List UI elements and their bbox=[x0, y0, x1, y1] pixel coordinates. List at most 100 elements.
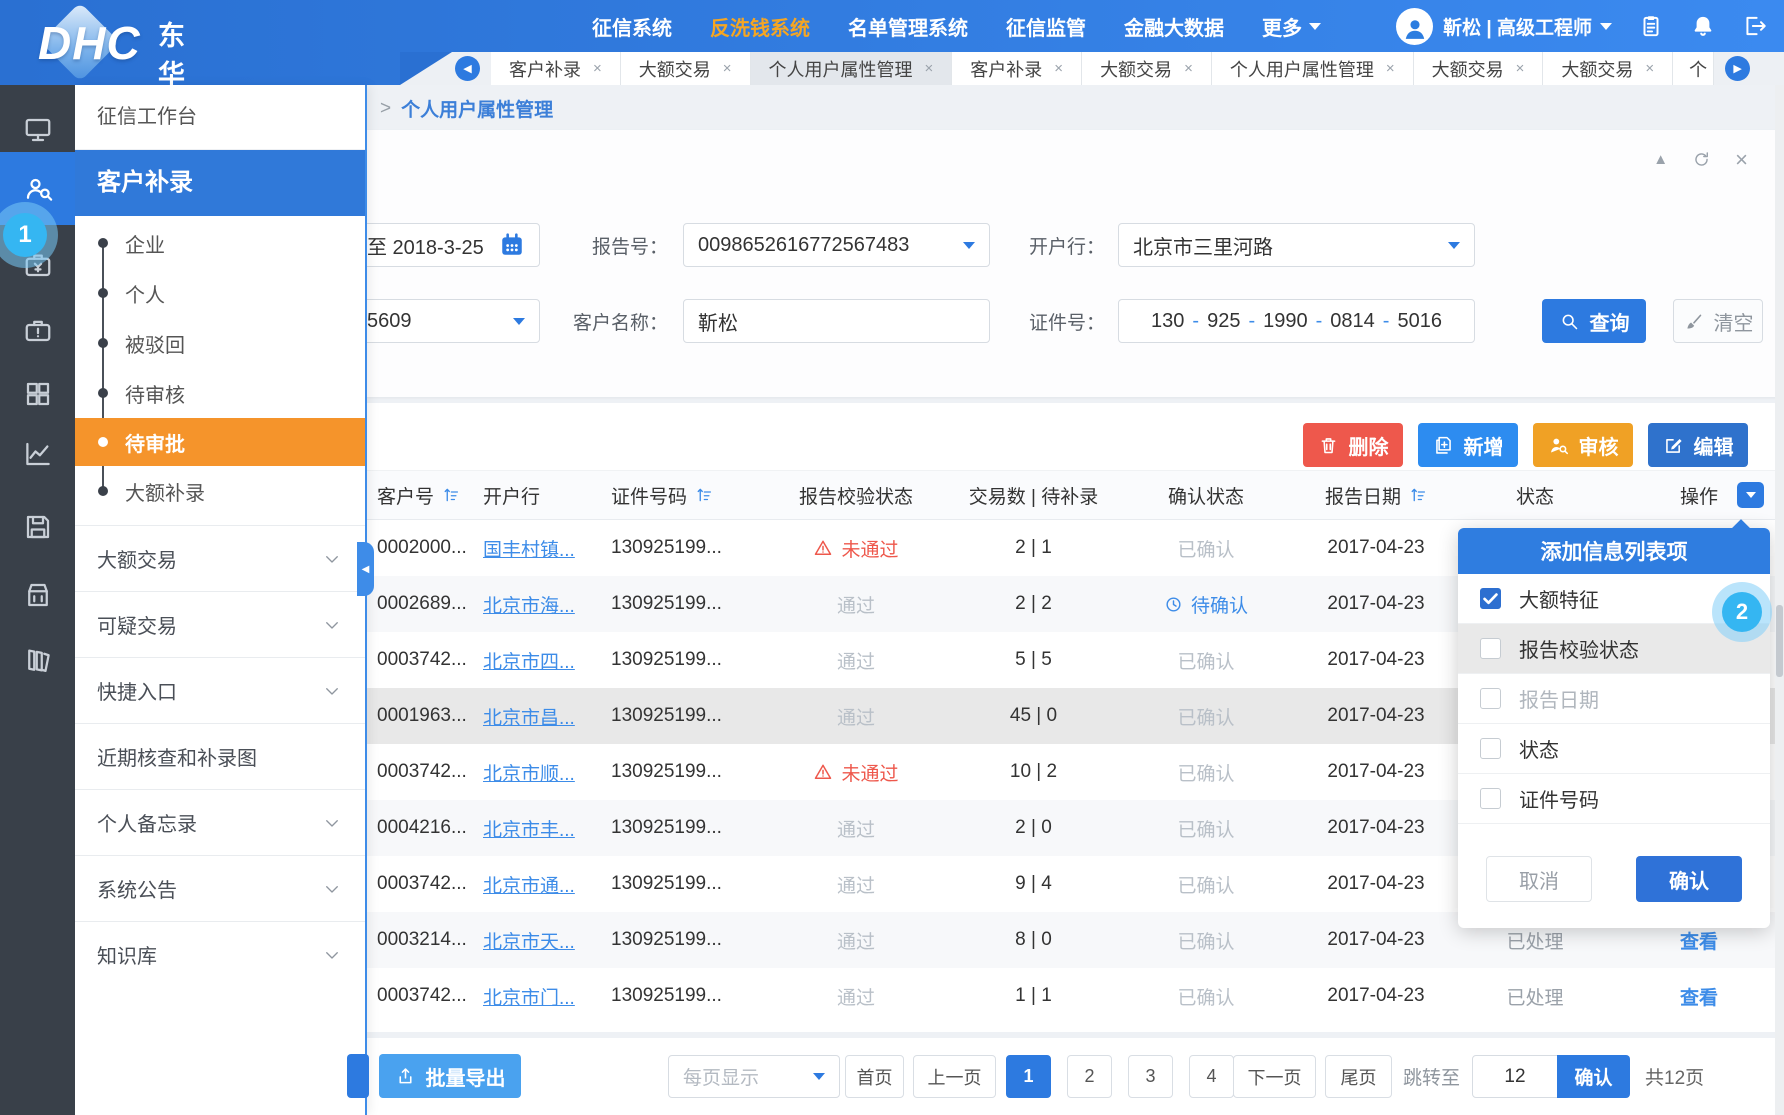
rail-item-grid-icon[interactable] bbox=[0, 366, 75, 422]
rail-item-shop-icon[interactable] bbox=[0, 567, 75, 623]
breadcrumb-current[interactable]: 个人用户属性管理 bbox=[401, 95, 553, 122]
checkbox-unchecked[interactable] bbox=[1480, 638, 1501, 659]
tab-个人用户属性管理[interactable]: 个人用户属性管理× bbox=[751, 52, 953, 85]
nav-item-名单管理系统[interactable]: 名单管理系统 bbox=[848, 12, 968, 41]
sidebar-sub-待审批[interactable]: 待审批 bbox=[75, 418, 365, 466]
sidebar-group-active[interactable]: 客户补录 bbox=[75, 150, 365, 216]
nav-item-更多[interactable]: 更多 bbox=[1262, 12, 1321, 41]
jump-confirm-button[interactable]: 确认 bbox=[1557, 1055, 1630, 1098]
bell-icon[interactable] bbox=[1690, 13, 1716, 39]
bank-link[interactable]: 北京市四... bbox=[483, 647, 575, 674]
tab-个人用户属性管理[interactable]: 个人用户属性管理× bbox=[1212, 52, 1414, 85]
rail-item-books-icon[interactable] bbox=[0, 632, 75, 688]
page-button-4[interactable]: 4 bbox=[1189, 1055, 1234, 1098]
sidebar-sub-大额补录[interactable]: 大额补录 bbox=[75, 466, 365, 516]
delete-button[interactable]: 删除 bbox=[1303, 423, 1403, 467]
close-icon[interactable]: × bbox=[1054, 60, 1063, 77]
calendar-icon[interactable] bbox=[499, 232, 525, 258]
view-link[interactable]: 查看 bbox=[1680, 927, 1718, 954]
checkbox-unchecked[interactable] bbox=[1480, 688, 1501, 709]
date-to-input[interactable]: 至 2018-3-25 bbox=[352, 223, 540, 267]
rail-item-save-icon[interactable] bbox=[0, 499, 75, 555]
sidebar-item-workbench[interactable]: 征信工作台 bbox=[75, 85, 365, 150]
checkbox-unchecked[interactable] bbox=[1480, 738, 1501, 759]
column-header-证件号码[interactable]: 证件号码 bbox=[611, 482, 761, 509]
left-partial-select[interactable]: 5609 bbox=[352, 299, 540, 343]
column-header-报告日期[interactable]: 报告日期 bbox=[1296, 482, 1456, 509]
page-button-3[interactable]: 3 bbox=[1128, 1055, 1173, 1098]
view-link[interactable]: 查看 bbox=[1680, 983, 1718, 1010]
jump-page-input[interactable]: 12 bbox=[1472, 1055, 1558, 1098]
checkbox-unchecked[interactable] bbox=[1480, 788, 1501, 809]
page-button-1[interactable]: 1 bbox=[1006, 1055, 1051, 1098]
clipboard-icon[interactable] bbox=[1638, 13, 1664, 39]
picker-item-证件号码[interactable]: 证件号码 bbox=[1458, 774, 1770, 824]
table-row[interactable]: 0003742...北京市门...130925199...通过1 | 1已确认2… bbox=[365, 968, 1784, 1024]
sidebar-sub-个人[interactable]: 个人 bbox=[75, 268, 365, 318]
nav-item-征信系统[interactable]: 征信系统 bbox=[592, 12, 672, 41]
sidebar-collapse-handle[interactable]: ◀ bbox=[357, 542, 374, 596]
bank-link[interactable]: 北京市门... bbox=[483, 983, 575, 1010]
bank-link[interactable]: 北京市丰... bbox=[483, 815, 575, 842]
clear-button[interactable]: 清空 bbox=[1673, 299, 1763, 343]
close-icon[interactable]: × bbox=[925, 60, 934, 77]
tabs-scroll-right-button[interactable]: ▶ bbox=[1725, 56, 1750, 81]
sidebar-group-知识库[interactable]: 知识库 bbox=[75, 921, 365, 987]
picker-cancel-button[interactable]: 取消 bbox=[1486, 856, 1592, 902]
close-icon[interactable]: × bbox=[1516, 60, 1525, 77]
column-header-客户号[interactable]: 客户号 bbox=[365, 482, 483, 509]
sidebar-sub-待审核[interactable]: 待审核 bbox=[75, 368, 365, 418]
close-icon[interactable]: × bbox=[723, 60, 732, 77]
close-icon[interactable]: × bbox=[1386, 60, 1395, 77]
tab-大额交易[interactable]: 大额交易× bbox=[1414, 52, 1544, 85]
sidebar-group-个人备忘录[interactable]: 个人备忘录 bbox=[75, 789, 365, 855]
last-page-button[interactable]: 尾页 bbox=[1325, 1055, 1392, 1098]
prev-page-button[interactable]: 上一页 bbox=[913, 1055, 996, 1098]
checkbox-checked[interactable] bbox=[1480, 588, 1501, 609]
first-page-button[interactable]: 首页 bbox=[845, 1055, 904, 1098]
hidden-left-button[interactable] bbox=[347, 1054, 369, 1098]
rail-item-case-warning-icon[interactable] bbox=[0, 302, 75, 358]
tab-大额交易[interactable]: 大额交易× bbox=[1543, 52, 1673, 85]
sidebar-group-近期核查和补录图[interactable]: 近期核查和补录图 bbox=[75, 723, 365, 789]
sidebar-group-可疑交易[interactable]: 可疑交易 bbox=[75, 591, 365, 657]
sidebar-sub-企业[interactable]: 企业 bbox=[75, 218, 365, 268]
page-button-2[interactable]: 2 bbox=[1067, 1055, 1112, 1098]
close-icon[interactable]: × bbox=[593, 60, 602, 77]
picker-item-状态[interactable]: 状态 bbox=[1458, 724, 1770, 774]
tab-客户补录[interactable]: 客户补录× bbox=[491, 52, 621, 85]
close-icon[interactable]: × bbox=[1645, 60, 1654, 77]
nav-item-金融大数据[interactable]: 金融大数据 bbox=[1124, 12, 1224, 41]
scrollbar-thumb[interactable] bbox=[1776, 605, 1783, 677]
sidebar-group-大额交易[interactable]: 大额交易 bbox=[75, 525, 365, 591]
picker-confirm-button[interactable]: 确认 bbox=[1636, 856, 1742, 902]
sidebar-group-快捷入口[interactable]: 快捷入口 bbox=[75, 657, 365, 723]
bank-link[interactable]: 北京市天... bbox=[483, 927, 575, 954]
bank-link[interactable]: 北京市海... bbox=[483, 591, 575, 618]
logout-icon[interactable] bbox=[1742, 13, 1768, 39]
picker-item-报告日期[interactable]: 报告日期 bbox=[1458, 674, 1770, 724]
bank-link[interactable]: 国丰村镇... bbox=[483, 535, 575, 562]
tab-大额交易[interactable]: 大额交易× bbox=[621, 52, 751, 85]
customer-name-input[interactable]: 靳松 bbox=[683, 299, 990, 343]
search-button[interactable]: 查询 bbox=[1542, 299, 1646, 343]
add-button[interactable]: 新增 bbox=[1418, 423, 1518, 467]
user-menu[interactable]: 靳松 | 高级工程师 bbox=[1396, 8, 1612, 45]
report-no-select[interactable]: 0098652616772567483 bbox=[683, 223, 990, 267]
tab-个[interactable]: 个 bbox=[1673, 52, 1714, 85]
batch-export-button[interactable]: 批量导出 bbox=[379, 1054, 521, 1098]
next-page-button[interactable]: 下一页 bbox=[1233, 1055, 1316, 1098]
tabs-scroll-left-button[interactable]: ◀ bbox=[455, 56, 480, 81]
bank-link[interactable]: 北京市通... bbox=[483, 871, 575, 898]
edit-button[interactable]: 编辑 bbox=[1648, 423, 1748, 467]
tab-大额交易[interactable]: 大额交易× bbox=[1082, 52, 1212, 85]
sidebar-group-系统公告[interactable]: 系统公告 bbox=[75, 855, 365, 921]
nav-item-征信监管[interactable]: 征信监管 bbox=[1006, 12, 1086, 41]
bank-select[interactable]: 北京市三里河路 bbox=[1118, 223, 1475, 267]
audit-button[interactable]: 审核 bbox=[1533, 423, 1633, 467]
close-icon[interactable]: × bbox=[1184, 60, 1193, 77]
bank-link[interactable]: 北京市顺... bbox=[483, 759, 575, 786]
id-no-input[interactable]: 130-925-1990-0814-5016 bbox=[1118, 299, 1475, 343]
rail-item-line-chart-icon[interactable] bbox=[0, 426, 75, 482]
tab-客户补录[interactable]: 客户补录× bbox=[952, 52, 1082, 85]
